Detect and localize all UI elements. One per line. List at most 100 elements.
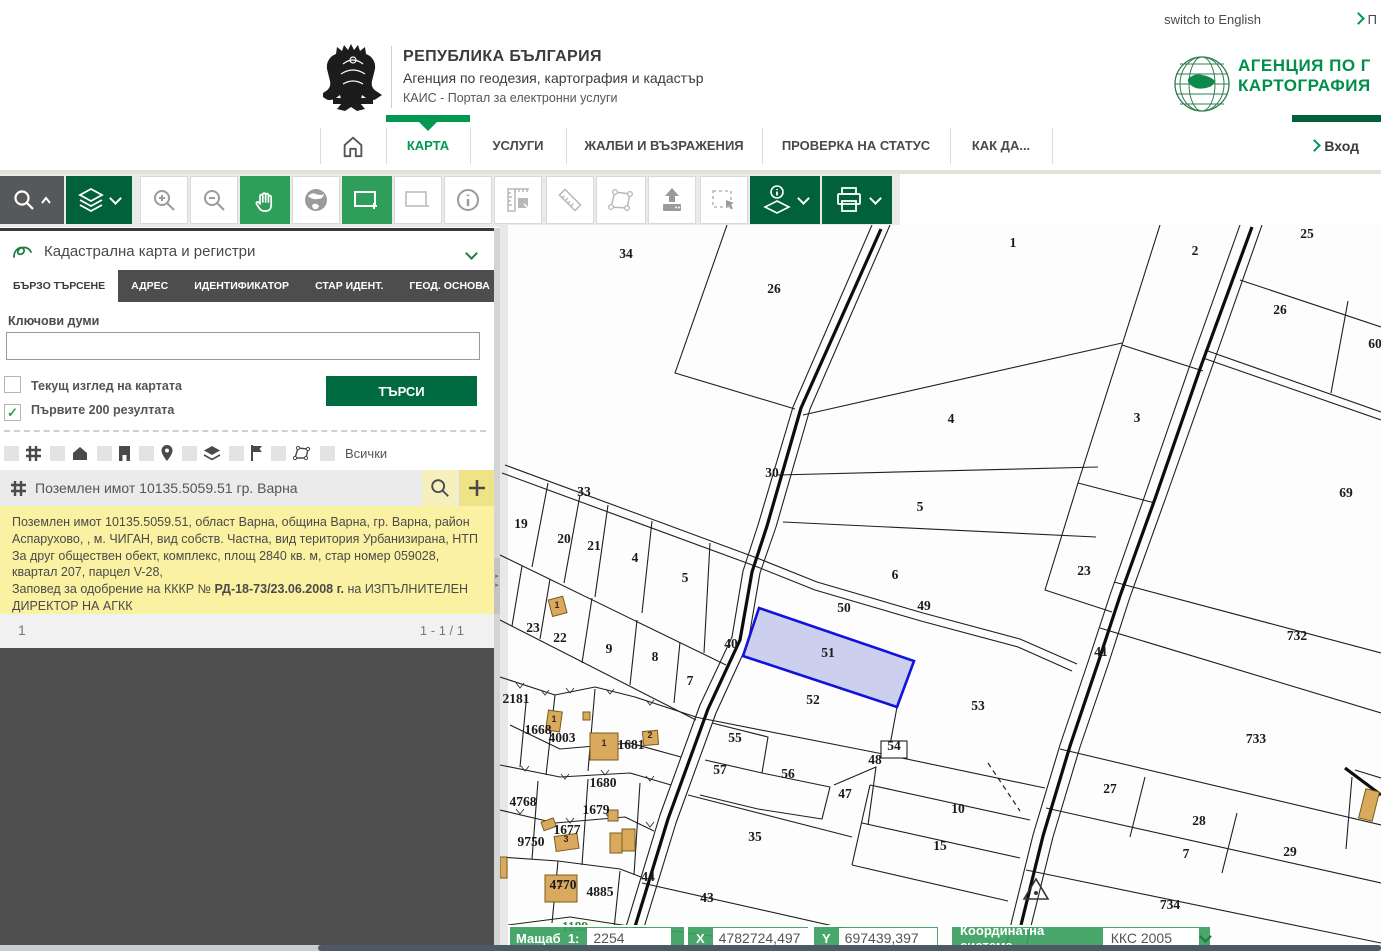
parcel-label: 26 bbox=[767, 281, 781, 296]
filter-checkbox[interactable] bbox=[182, 446, 197, 461]
filter-checkbox[interactable] bbox=[50, 446, 65, 461]
zoom-in-button[interactable] bbox=[140, 176, 188, 224]
parcel-label: 56 bbox=[781, 766, 795, 781]
top-partial-link[interactable]: П bbox=[1354, 12, 1377, 27]
layers-tool-button[interactable] bbox=[66, 176, 132, 224]
parcel-label: 40 bbox=[724, 636, 738, 651]
parcel-label: 52 bbox=[806, 692, 820, 707]
current-view-checkbox[interactable] bbox=[4, 376, 21, 393]
apartment-icon bbox=[118, 445, 131, 462]
tab-quick-search[interactable]: БЪРЗО ТЪРСЕНЕ bbox=[0, 270, 118, 302]
result-detail-text: Поземлен имот 10135.5059.51, област Варн… bbox=[12, 515, 478, 579]
home-button[interactable] bbox=[320, 122, 386, 170]
divider bbox=[4, 430, 486, 432]
login-button[interactable]: Вход bbox=[1310, 122, 1359, 170]
measure-distance-button[interactable] bbox=[546, 176, 594, 224]
info-tool-button[interactable] bbox=[444, 176, 492, 224]
layer-theme-icon bbox=[12, 243, 34, 263]
panel-splitter[interactable]: ▸▸ bbox=[494, 228, 500, 951]
zoom-to-result-button[interactable] bbox=[422, 470, 457, 506]
cadastral-map: 3426122526604330569233319202145650492322… bbox=[500, 225, 1381, 951]
tab-zhalbi[interactable]: ЖАЛБИ И ВЪЗРАЖЕНИЯ bbox=[566, 122, 762, 170]
search-sidebar: Кадастрална карта и регистри БЪРЗО ТЪРСЕ… bbox=[0, 228, 494, 951]
search-button[interactable]: ТЪРСИ bbox=[326, 376, 477, 406]
filter-checkbox[interactable] bbox=[229, 446, 244, 461]
tab-proverka[interactable]: ПРОВЕРКА НА СТАТУС bbox=[762, 122, 950, 170]
header: РЕПУБЛИКА БЪЛГАРИЯ Агенция по геодезия, … bbox=[0, 40, 1381, 115]
parcel-label: 15 bbox=[933, 838, 947, 853]
scale-ruler-icon bbox=[504, 186, 532, 214]
upload-button[interactable] bbox=[648, 176, 696, 224]
parcel-label: 51 bbox=[821, 645, 835, 660]
measure-polygon-button[interactable] bbox=[596, 176, 646, 224]
panel-title: Кадастрална карта и регистри bbox=[44, 243, 255, 260]
current-view-option[interactable]: Текущ изглед на картата bbox=[4, 376, 182, 393]
tab-geodetic-basis[interactable]: ГЕОД. ОСНОВА bbox=[396, 270, 502, 302]
add-result-button[interactable] bbox=[459, 470, 494, 506]
panel-header[interactable]: Кадастрална карта и регистри bbox=[0, 228, 494, 270]
filter-checkbox[interactable] bbox=[271, 446, 286, 461]
first-200-checkbox[interactable]: ✓ bbox=[4, 404, 21, 421]
tab-uslugi[interactable]: УСЛУГИ bbox=[470, 122, 566, 170]
print-dropdown-button[interactable] bbox=[822, 176, 892, 224]
parcel-label: 20 bbox=[557, 531, 571, 546]
rectangle-minus-icon bbox=[404, 188, 432, 212]
filter-checkbox[interactable] bbox=[97, 446, 112, 461]
parcel-label: 5 bbox=[917, 499, 924, 514]
page-number[interactable]: 1 bbox=[18, 622, 26, 638]
parcel-label: 5 bbox=[682, 570, 689, 585]
tab-identifier[interactable]: ИДЕНТИФИКАТОР bbox=[181, 270, 302, 302]
horizontal-scrollbar[interactable] bbox=[0, 945, 1381, 951]
parcel-label: 21 bbox=[587, 538, 601, 553]
world-extent-button[interactable] bbox=[292, 176, 340, 224]
tab-kak-da[interactable]: КАК ДА... bbox=[950, 122, 1052, 170]
filter-checkbox[interactable] bbox=[139, 446, 154, 461]
measure-area-button[interactable] bbox=[494, 176, 542, 224]
info-layers-icon bbox=[762, 184, 792, 216]
search-tool-button[interactable] bbox=[0, 176, 64, 224]
nav-separator bbox=[1052, 128, 1053, 164]
parcel-label: 26 bbox=[1273, 302, 1287, 317]
filter-checkbox[interactable] bbox=[320, 446, 335, 461]
switch-language-link[interactable]: switch to English bbox=[1164, 12, 1261, 27]
keywords-input[interactable] bbox=[6, 332, 480, 360]
parcel-label: 30 bbox=[765, 465, 779, 480]
zoom-in-icon bbox=[151, 187, 177, 213]
parcel-label: 9 bbox=[606, 641, 613, 656]
zoom-out-button[interactable] bbox=[190, 176, 238, 224]
select-rect-cursor-icon bbox=[710, 186, 738, 214]
parcel-label: 43 bbox=[700, 890, 714, 905]
first-200-option[interactable]: ✓Първите 200 резултата bbox=[4, 403, 174, 421]
zoom-rectangle-out-button[interactable] bbox=[394, 176, 442, 224]
chevron-down-icon[interactable] bbox=[1199, 930, 1212, 943]
caret-up-icon bbox=[40, 196, 52, 204]
tab-address[interactable]: АДРЕС bbox=[118, 270, 181, 302]
parcel-grid-icon bbox=[25, 445, 42, 462]
zoom-rectangle-in-button[interactable] bbox=[342, 176, 392, 224]
parcel-label: 55 bbox=[728, 730, 742, 745]
current-view-label: Текущ изглед на картата bbox=[31, 379, 182, 393]
panel-collapse-handle[interactable]: ▸▸ bbox=[494, 558, 500, 614]
result-detail-box[interactable]: Поземлен имот 10135.5059.51, област Варн… bbox=[0, 506, 494, 614]
search-result-row[interactable]: Поземлен имот 10135.5059.51 гр. Варна bbox=[0, 470, 494, 506]
map-canvas[interactable]: 3426122526604330569233319202145650492322… bbox=[500, 225, 1381, 951]
parcel-label: 23 bbox=[526, 620, 540, 635]
select-rectangle-button[interactable] bbox=[700, 176, 748, 224]
parcel-label: 69 bbox=[1339, 485, 1353, 500]
parcel-label: 1 bbox=[557, 879, 562, 889]
plus-icon bbox=[467, 478, 487, 498]
parcel-label: 54 bbox=[887, 738, 901, 753]
layer-info-dropdown-button[interactable] bbox=[750, 176, 820, 224]
active-tab-indicator bbox=[386, 115, 470, 122]
pan-tool-button[interactable] bbox=[240, 176, 290, 224]
chevron-down-icon[interactable] bbox=[465, 247, 478, 260]
scrollbar-thumb[interactable] bbox=[318, 945, 1381, 951]
filter-checkbox[interactable] bbox=[4, 446, 19, 461]
chevron-down-icon bbox=[109, 192, 122, 205]
parcel-label: 35 bbox=[748, 829, 762, 844]
parcel-label: 27 bbox=[1103, 781, 1117, 796]
parcel-label: 8 bbox=[652, 649, 659, 664]
parcel-label: 4885 bbox=[587, 884, 614, 899]
parcel-grid-icon bbox=[10, 480, 27, 497]
tab-old-identifier[interactable]: СТАР ИДЕНТ. bbox=[302, 270, 396, 302]
